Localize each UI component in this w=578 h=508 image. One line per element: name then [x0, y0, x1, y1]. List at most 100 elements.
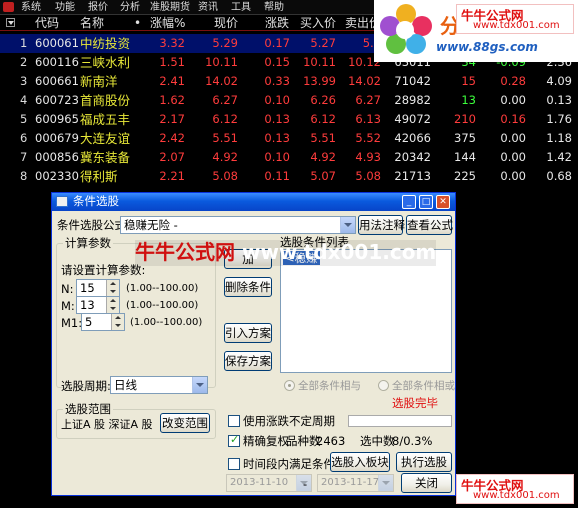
current-volume: 210	[454, 112, 476, 126]
logo-url: www.88gs.com	[436, 40, 538, 54]
header-bid[interactable]: 买入价	[300, 16, 336, 30]
spin-arrows-icon[interactable]	[111, 314, 124, 330]
volume: 49072	[394, 112, 431, 126]
current-volume: 144	[454, 150, 476, 164]
stock-name: 三峡水利	[80, 55, 131, 70]
header-price[interactable]: 现价	[214, 16, 238, 30]
ask-price: 5.52	[355, 131, 381, 145]
header-change-pct[interactable]: 涨幅%	[150, 16, 185, 30]
price: 5.51	[212, 131, 238, 145]
speed: 0.00	[500, 169, 526, 183]
usage-notes-button[interactable]: 用法注释	[358, 215, 405, 235]
column-menu-icon[interactable]	[6, 18, 15, 27]
period-value: 日线	[114, 378, 137, 392]
header-name[interactable]: 名称	[80, 16, 104, 30]
row-number: 8	[20, 169, 28, 183]
header-code[interactable]: 代码	[35, 16, 59, 30]
close-window-button[interactable]: ✕	[436, 195, 450, 209]
ask-price: 6.27	[355, 93, 381, 107]
spin-arrows-icon[interactable]	[106, 297, 119, 313]
price-diff: 0.13	[264, 112, 290, 126]
price: 5.08	[212, 169, 238, 183]
chevron-down-icon[interactable]	[378, 475, 393, 491]
price-diff: 0.11	[264, 169, 290, 183]
menu-system[interactable]: 系统	[21, 1, 41, 14]
maximize-button[interactable]: □	[419, 195, 433, 209]
volume: 21713	[394, 169, 431, 183]
menu-tools[interactable]: 工具	[231, 1, 251, 14]
chevron-down-icon[interactable]	[340, 217, 355, 233]
change-pct: 2.42	[159, 131, 185, 145]
turnover: 0.13	[546, 93, 572, 107]
quote-row[interactable]: 5 600965 福成五丰 2.17 6.12 0.13 6.12 6.13 4…	[0, 110, 578, 129]
price: 5.29	[212, 36, 238, 50]
watermark-bottom-url: www.tdx001.com	[473, 490, 560, 501]
watermark-mid-text: 牛牛公式网	[135, 240, 235, 264]
spin-arrows-icon[interactable]	[106, 280, 119, 296]
param-m-range: (1.00--100.00)	[126, 300, 199, 311]
param-n-stepper[interactable]: 15	[76, 279, 120, 297]
quote-row[interactable]: 6 000679 大连友谊 2.42 5.51 0.13 5.51 5.52 4…	[0, 129, 578, 148]
execute-screen-button[interactable]: 执行选股	[396, 452, 452, 472]
view-formula-button[interactable]: 查看公式	[406, 215, 453, 235]
stock-code: 000856	[35, 150, 79, 164]
bid-price: 13.99	[303, 74, 336, 88]
and-radio[interactable]	[284, 380, 295, 391]
dialog-titlebar[interactable]: 条件选股 _ □ ✕	[52, 193, 455, 211]
row-number: 3	[20, 74, 28, 88]
speed: 0.28	[500, 74, 526, 88]
delete-condition-button[interactable]: 删除条件	[224, 277, 272, 297]
menu-help[interactable]: 帮助	[264, 1, 284, 14]
minimize-button[interactable]: _	[402, 195, 416, 209]
selected-value: 8/0.3%	[392, 434, 433, 448]
change-range-button[interactable]: 改变范围	[160, 413, 210, 433]
change-pct: 3.32	[159, 36, 185, 50]
uncertain-period-checkbox[interactable]	[228, 415, 240, 427]
menu-futures[interactable]: 准股期货	[150, 1, 190, 14]
menu-analysis[interactable]: 分析	[120, 1, 140, 14]
price-diff: 0.10	[264, 93, 290, 107]
header-diff[interactable]: 涨跌	[265, 16, 289, 30]
change-pct: 2.41	[159, 74, 185, 88]
date-to-picker[interactable]: 2013-11-17	[317, 474, 394, 492]
param-m1-stepper[interactable]: 5	[81, 313, 125, 331]
date-separator: -	[303, 477, 308, 491]
condition-list[interactable]: <稳赚	[280, 249, 452, 373]
add-to-board-button[interactable]: 选股入板块	[330, 452, 390, 472]
time-range-checkbox[interactable]	[228, 458, 240, 470]
exact-rights-checkbox[interactable]	[228, 433, 240, 447]
menu-function[interactable]: 功能	[55, 1, 75, 14]
ask-price: 6.13	[355, 112, 381, 126]
chevron-down-icon[interactable]	[192, 377, 207, 393]
app-icon[interactable]	[3, 2, 14, 12]
import-scheme-button[interactable]: 引入方案	[224, 323, 272, 343]
bid-price: 5.51	[310, 131, 336, 145]
turnover: 1.42	[546, 150, 572, 164]
current-volume: 15	[461, 74, 476, 88]
formula-select[interactable]: 稳赚无险 -	[120, 216, 356, 234]
quote-row[interactable]: 8 002330 得利斯 2.21 5.08 0.11 5.07 5.08 21…	[0, 167, 578, 186]
turnover: 1.76	[546, 112, 572, 126]
close-button[interactable]: 关闭	[401, 473, 452, 493]
date-from-picker[interactable]: 2013-11-10	[226, 474, 312, 492]
stock-name: 冀东装备	[80, 150, 131, 165]
param-m-stepper[interactable]: 13	[76, 296, 120, 314]
bid-price: 10.11	[303, 55, 336, 69]
uncertain-period-label: 使用涨跌不定周期	[243, 414, 335, 428]
watermark-overlay: 牛牛公式网 www.tdx001.com	[135, 240, 437, 266]
quote-row[interactable]: 3 600661 新南洋 2.41 14.02 0.33 13.99 14.02…	[0, 72, 578, 91]
save-scheme-button[interactable]: 保存方案	[224, 351, 272, 371]
header-dot: •	[134, 16, 142, 30]
period-label: 选股周期:	[61, 379, 111, 393]
exact-rights-label: 精确复权	[243, 434, 289, 448]
menu-news[interactable]: 资讯	[198, 1, 218, 14]
stock-name: 首商股份	[80, 93, 131, 108]
quote-row[interactable]: 4 600723 首商股份 1.62 6.27 0.10 6.26 6.27 2…	[0, 91, 578, 110]
stock-name: 新南洋	[80, 74, 118, 89]
quote-row[interactable]: 7 000856 冀东装备 2.07 4.92 0.10 4.92 4.93 2…	[0, 148, 578, 167]
or-radio[interactable]	[378, 380, 389, 391]
menu-quote[interactable]: 报价	[88, 1, 108, 14]
param-n-value: 15	[80, 281, 95, 295]
period-select[interactable]: 日线	[110, 376, 208, 394]
volume: 42066	[394, 131, 431, 145]
